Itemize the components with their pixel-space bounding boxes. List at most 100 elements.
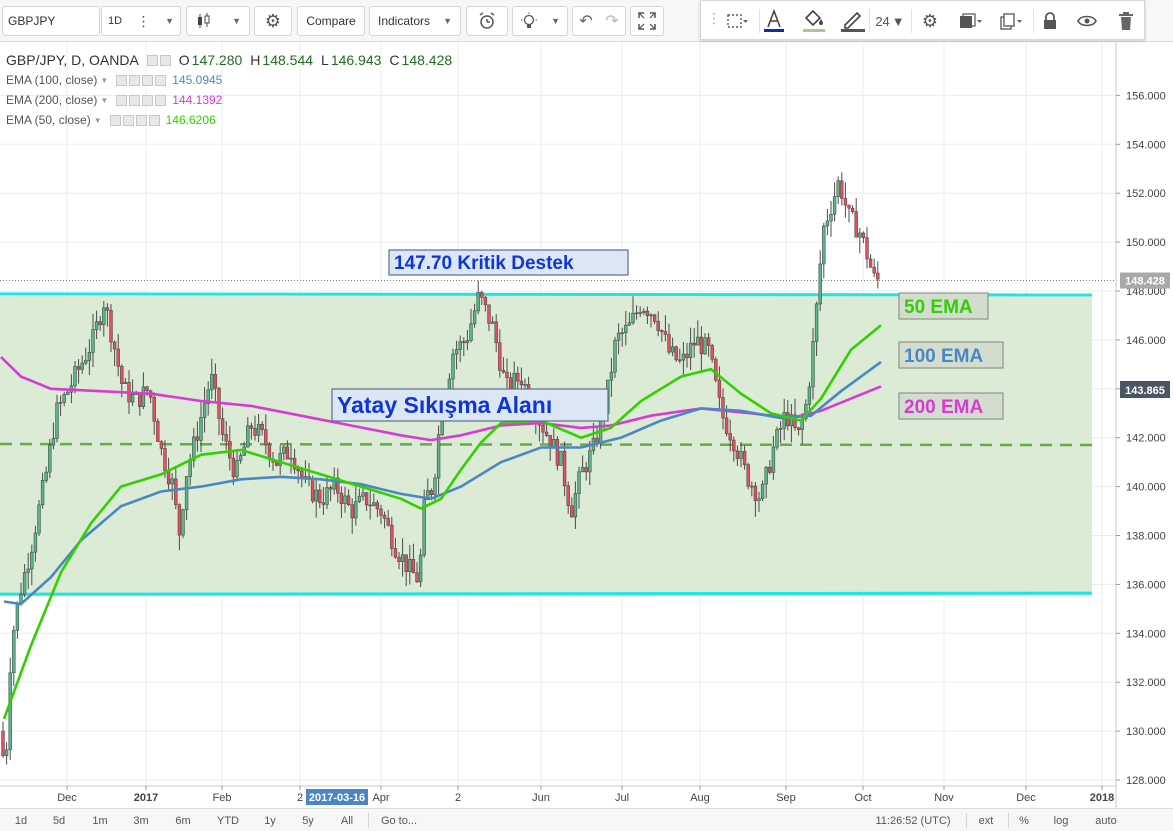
candle-body bbox=[105, 307, 110, 311]
chart-style-dropdown[interactable]: ▼ bbox=[186, 6, 250, 36]
candle-body bbox=[4, 749, 9, 757]
fill-color-button[interactable] bbox=[801, 7, 827, 35]
range-button-ytd[interactable]: YTD bbox=[211, 813, 245, 829]
indicator-legend-row[interactable]: EMA (50, close) ▼ 146.6206 bbox=[6, 110, 452, 130]
log-scale-toggle[interactable]: log bbox=[1048, 813, 1074, 829]
range-bottom-line[interactable] bbox=[0, 591, 1093, 596]
lock-button[interactable] bbox=[1037, 7, 1063, 35]
chevron-down-icon[interactable]: ▼ bbox=[94, 116, 102, 125]
chevron-down-icon[interactable]: ▼ bbox=[100, 76, 108, 85]
settings-icon[interactable] bbox=[129, 74, 141, 86]
price-axis[interactable]: 156.000154.000152.000150.000148.000146.0… bbox=[1115, 42, 1170, 808]
indicator-legend-row[interactable]: EMA (200, close) ▼ 144.1392 bbox=[6, 90, 452, 110]
candle-body bbox=[501, 369, 506, 373]
ideas-button[interactable]: ▼ bbox=[512, 6, 568, 36]
close-icon[interactable] bbox=[155, 94, 167, 106]
utc-clock[interactable]: 11:26:52 (UTC) bbox=[870, 813, 956, 829]
range-callout[interactable]: Yatay Sıkışma Alanı bbox=[331, 388, 609, 422]
chart-settings-button[interactable]: ⚙ bbox=[254, 6, 292, 36]
candle-body bbox=[454, 349, 459, 355]
candlestick-icon bbox=[198, 13, 210, 28]
go-to-button[interactable]: Go to... bbox=[372, 813, 426, 829]
delete-button[interactable] bbox=[1113, 7, 1139, 35]
candle-body bbox=[8, 672, 12, 751]
support-callout[interactable]: 147.70 Kritik Destek bbox=[388, 249, 629, 276]
candle-body bbox=[109, 310, 113, 343]
eye-icon[interactable] bbox=[109, 114, 121, 126]
eye-icon[interactable] bbox=[146, 54, 158, 66]
candle-body bbox=[73, 366, 77, 387]
visual-order-button[interactable] bbox=[953, 7, 989, 35]
extended-hours-toggle[interactable]: ext bbox=[972, 813, 1000, 829]
candle-body bbox=[364, 492, 369, 506]
eye-icon[interactable] bbox=[116, 94, 128, 106]
auto-scale-toggle[interactable]: auto bbox=[1090, 813, 1122, 829]
candle-body bbox=[62, 394, 66, 403]
settings-icon[interactable] bbox=[122, 114, 134, 126]
candle-body bbox=[811, 341, 815, 388]
candle-body bbox=[343, 495, 347, 504]
candle-body bbox=[465, 340, 470, 344]
add-icon[interactable] bbox=[142, 94, 154, 106]
add-icon[interactable] bbox=[135, 114, 147, 126]
redo-icon[interactable]: ↷ bbox=[605, 11, 618, 31]
range-button-all[interactable]: All bbox=[334, 813, 360, 829]
range-button-1d[interactable]: 1d bbox=[8, 813, 34, 829]
selection-button[interactable] bbox=[719, 7, 755, 35]
candle-body bbox=[22, 572, 27, 595]
indicator-legend-row[interactable]: EMA (100, close) ▼ 145.0945 bbox=[6, 70, 452, 90]
cursor-date-tag: 2017-03-16 bbox=[306, 789, 368, 805]
range-button-5d[interactable]: 5d bbox=[46, 813, 72, 829]
range-button-3m[interactable]: 3m bbox=[127, 813, 155, 829]
time-tick-label: Aug bbox=[690, 792, 710, 804]
candle-body bbox=[285, 446, 290, 460]
ema50-callout[interactable]: 50 EMA bbox=[898, 292, 989, 320]
candle-body bbox=[296, 468, 300, 472]
candle-body bbox=[372, 502, 376, 506]
hide-button[interactable] bbox=[1073, 7, 1101, 35]
font-size-dropdown[interactable]: 24 ▼ bbox=[873, 7, 907, 35]
percent-scale-toggle[interactable]: % bbox=[1014, 813, 1034, 829]
interval-dropdown[interactable]: 1D ⋮ ▼ bbox=[101, 6, 181, 36]
time-axis[interactable]: Dec 2017 Feb 2 Apr 2 Jun Jul Aug Sep Oct Nov Dec 2018… bbox=[0, 785, 1116, 805]
candle-body bbox=[476, 292, 480, 312]
eye-icon[interactable] bbox=[116, 74, 128, 86]
range-button-1y[interactable]: 1y bbox=[258, 813, 282, 829]
chevron-down-icon: ▼ bbox=[232, 16, 241, 26]
candle-body bbox=[368, 504, 372, 507]
range-button-5y[interactable]: 5y bbox=[296, 813, 320, 829]
text-color-button[interactable] bbox=[761, 7, 787, 35]
settings-icon[interactable] bbox=[129, 94, 141, 106]
candle-body bbox=[314, 489, 318, 502]
clone-button[interactable] bbox=[993, 7, 1029, 35]
settings-icon[interactable] bbox=[159, 54, 171, 66]
symbol-legend-row[interactable]: GBP/JPY, D, OANDA O 147.280 H 148.544 L 146… bbox=[6, 50, 452, 70]
ema100-callout[interactable]: 100 EMA bbox=[898, 341, 1004, 369]
fullscreen-button[interactable] bbox=[630, 6, 664, 36]
compare-button[interactable]: Compare bbox=[297, 6, 365, 36]
range-button-6m[interactable]: 6m bbox=[169, 813, 197, 829]
close-icon[interactable] bbox=[155, 74, 167, 86]
candle-body bbox=[523, 384, 527, 386]
candle-body bbox=[116, 348, 120, 367]
gear-icon: ⚙ bbox=[264, 10, 282, 31]
price-tick-label: 150.000 bbox=[1126, 237, 1166, 249]
candle-body bbox=[584, 467, 588, 473]
candle-body bbox=[415, 572, 419, 583]
alert-button[interactable] bbox=[466, 6, 508, 36]
candle-body bbox=[616, 332, 621, 341]
candle-body bbox=[123, 382, 128, 384]
open-label: O bbox=[178, 52, 190, 68]
candle-body bbox=[80, 362, 84, 370]
indicators-button[interactable]: Indicators ▼ bbox=[369, 6, 461, 36]
price-chart[interactable]: 147.70 Kritik Destek Yatay Sıkışma Alanı… bbox=[0, 42, 1173, 808]
chevron-down-icon[interactable]: ▼ bbox=[100, 96, 108, 105]
add-icon[interactable] bbox=[142, 74, 154, 86]
drawing-settings-button[interactable]: ⚙ bbox=[915, 7, 945, 35]
symbol-search-input[interactable]: GBPJPY bbox=[2, 6, 100, 36]
ema200-callout[interactable]: 200 EMA bbox=[898, 392, 1004, 420]
range-button-1m[interactable]: 1m bbox=[86, 813, 114, 829]
close-icon[interactable] bbox=[148, 114, 160, 126]
line-color-button[interactable] bbox=[839, 7, 867, 35]
undo-icon[interactable]: ↶ bbox=[579, 11, 592, 31]
